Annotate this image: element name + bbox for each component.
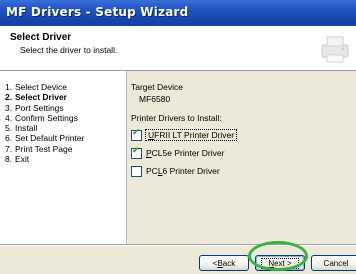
step-item-current: 2. Select Driver bbox=[5, 92, 67, 103]
step-item: 3. Port Settings bbox=[5, 102, 64, 113]
driver-selection-panel: Target Device MF6580 Printer Drivers to … bbox=[127, 71, 356, 245]
step-item: 4. Confirm Settings bbox=[5, 112, 78, 123]
step-item: 8. Exit bbox=[5, 154, 30, 165]
target-device-value: MF6580 bbox=[139, 94, 171, 104]
printer-setup-icon bbox=[321, 36, 349, 63]
target-device-label: Target Device bbox=[131, 82, 183, 92]
next-button[interactable]: Next > bbox=[255, 255, 305, 271]
checkbox[interactable]: ✔ bbox=[131, 145, 142, 159]
setup-wizard-window: MF Drivers - Setup Wizard Select Driver … bbox=[0, 0, 356, 274]
title-bar[interactable]: MF Drivers - Setup Wizard bbox=[0, 0, 356, 26]
back-button[interactable]: < Back bbox=[199, 255, 249, 271]
wizard-footer: < Back Next > Cancel bbox=[0, 245, 356, 274]
drivers-label: Printer Drivers to Install: bbox=[131, 113, 222, 123]
step-item: 6. Set Default Printer bbox=[5, 133, 85, 144]
header-title: Select Driver bbox=[10, 32, 72, 43]
window-title: MF Drivers - Setup Wizard bbox=[6, 5, 189, 19]
cancel-button[interactable]: Cancel bbox=[311, 255, 356, 271]
pcl6-driver-label[interactable]: PCL6 Printer Driver bbox=[146, 166, 220, 176]
pcl5e-driver-checkbox[interactable]: ✔ PCL5e Printer Driver bbox=[131, 146, 224, 160]
step-item: 7. Print Test Page bbox=[5, 143, 73, 154]
wizard-steps-panel: 1. Select Device 2. Select Driver 3. Port S… bbox=[0, 71, 127, 245]
checkbox[interactable] bbox=[131, 165, 142, 177]
steps-list: 1. Select Device 2. Select Driver 3. Port S… bbox=[5, 82, 84, 164]
check-mark-icon: ✔ bbox=[132, 145, 140, 156]
header-subtitle: Select the driver to install. bbox=[20, 45, 118, 55]
wizard-header: Select Driver Select the driver to insta… bbox=[0, 26, 356, 71]
pcl5e-driver-label[interactable]: PCL5e Printer Driver bbox=[146, 148, 224, 158]
ufrii-driver-checkbox[interactable]: ✔ UFRII LT Printer Driver bbox=[131, 127, 238, 142]
checkbox[interactable]: ✔ bbox=[131, 127, 142, 141]
check-mark-icon: ✔ bbox=[132, 127, 140, 138]
ufrii-driver-label[interactable]: UFRII LT Printer Driver bbox=[144, 129, 238, 141]
pcl6-driver-checkbox[interactable]: PCL6 Printer Driver bbox=[131, 164, 220, 178]
step-item: 5. Install bbox=[5, 123, 38, 134]
step-item: 1. Select Device bbox=[5, 82, 67, 92]
